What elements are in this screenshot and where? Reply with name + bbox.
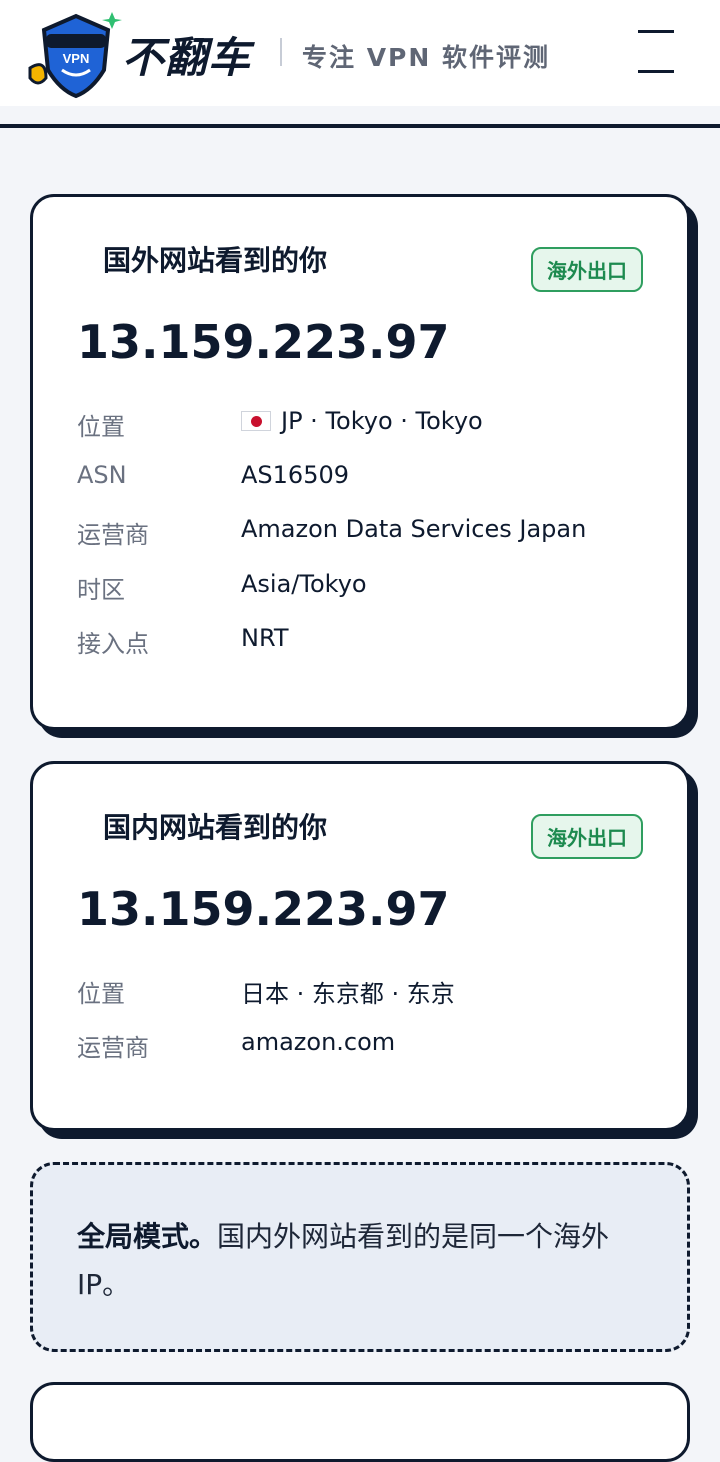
jp-flag-icon [241, 411, 271, 431]
next-card-partial [30, 1382, 690, 1462]
row-label-isp: 运营商 [77, 1034, 149, 1062]
card-title: 国内网站看到的你 [103, 811, 328, 844]
row-label-asn: ASN [77, 461, 127, 489]
vpn-shield-logo-icon[interactable]: VPN [26, 8, 126, 100]
note-mode-label: 全局模式。 [77, 1220, 218, 1253]
domestic-ip-card: 国内网站看到的你 海外出口 13.159.223.97 位置 日本 · 东京都 … [30, 761, 690, 1131]
site-tagline: 专注 VPN 软件评测 [302, 43, 551, 72]
row-value-access-point: NRT [241, 624, 289, 652]
row-label-timezone: 时区 [77, 576, 125, 604]
row-value-isp: amazon.com [241, 1028, 396, 1056]
mode-note: 全局模式。国内外网站看到的是同一个海外 IP。 [30, 1162, 690, 1352]
row-value-location: JP · Tokyo · Tokyo [241, 407, 483, 435]
row-value-location: 日本 · 东京都 · 东京 [241, 980, 455, 1008]
row-label-location: 位置 [77, 980, 125, 1008]
brand-name[interactable]: 不翻车 [122, 24, 251, 85]
ip-address: 13.159.223.97 [77, 315, 450, 369]
row-label-access-point: 接入点 [77, 630, 149, 658]
row-label-isp: 运营商 [77, 521, 149, 549]
location-text: JP · Tokyo · Tokyo [281, 407, 483, 435]
row-value-timezone: Asia/Tokyo [241, 570, 367, 598]
row-value-isp: Amazon Data Services Japan [241, 515, 587, 543]
exit-status-badge: 海外出口 [531, 247, 643, 292]
header-separator [280, 38, 282, 66]
site-header: VPN 不翻车 专注 VPN 软件评测 [0, 0, 720, 106]
card-title: 国外网站看到的你 [103, 244, 328, 277]
exit-status-badge: 海外出口 [531, 814, 643, 859]
row-value-asn: AS16509 [241, 461, 349, 489]
row-label-location: 位置 [77, 413, 125, 441]
ip-address: 13.159.223.97 [77, 882, 450, 936]
foreign-ip-card: 国外网站看到的你 海外出口 13.159.223.97 位置 JP · Toky… [30, 194, 690, 730]
logo-text: VPN [63, 51, 90, 66]
hamburger-menu-icon[interactable] [632, 24, 680, 80]
header-divider [0, 106, 720, 126]
header-rule [0, 124, 720, 128]
